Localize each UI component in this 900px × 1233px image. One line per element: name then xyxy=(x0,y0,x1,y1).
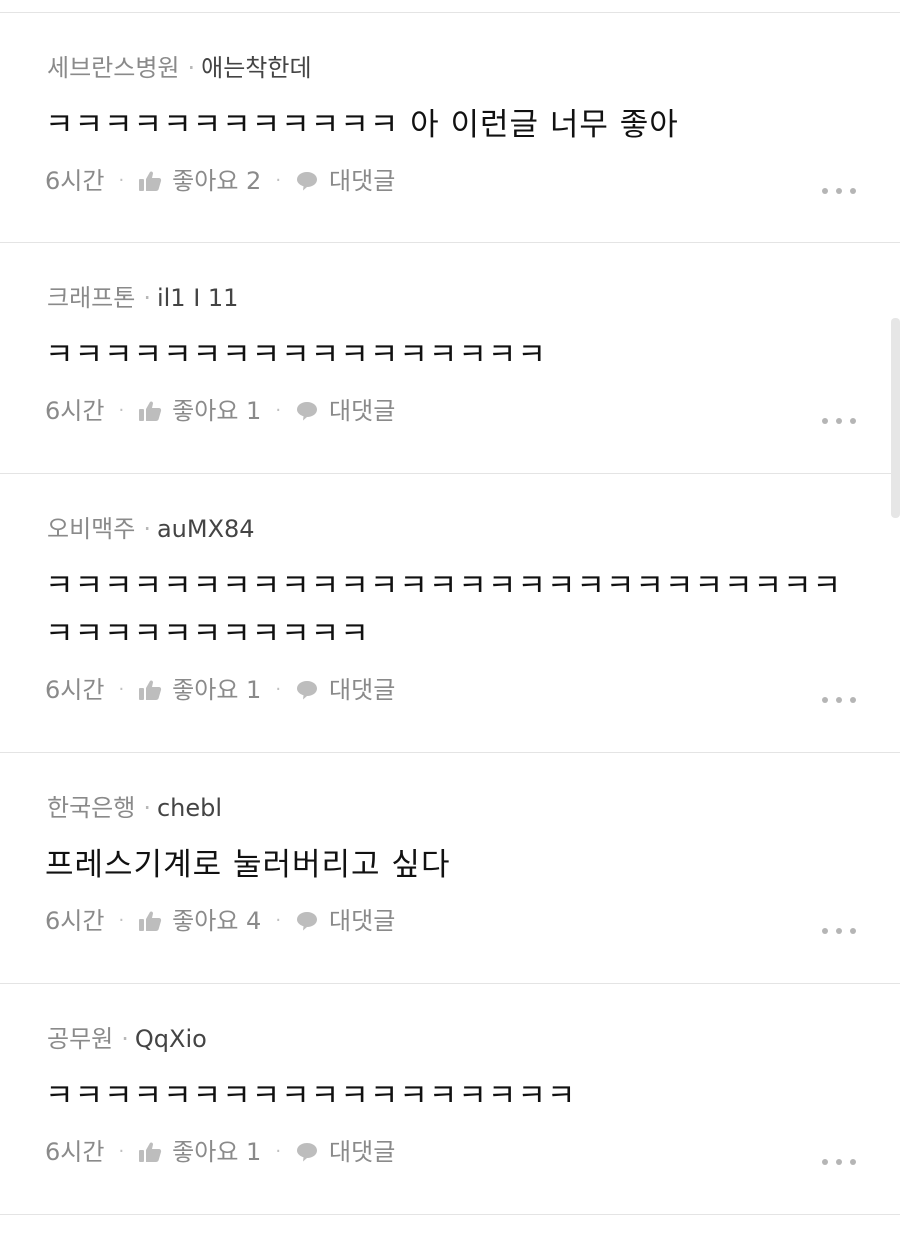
comment-actions: 6시간 · 좋아요 2 · 대댓글 xyxy=(45,166,395,196)
author-company: 크래프톤 xyxy=(47,284,136,312)
comment-time: 6시간 xyxy=(45,397,105,425)
thumbs-up-icon xyxy=(139,680,162,700)
reply-label: 대댓글 xyxy=(329,676,396,704)
separator-dot: · xyxy=(121,1025,129,1053)
comment-actions: 6시간 · 좋아요 1 · 대댓글 xyxy=(45,396,395,426)
speech-bubble-icon xyxy=(297,681,318,700)
speech-bubble-icon xyxy=(297,1143,318,1162)
like-button[interactable]: 좋아요 1 xyxy=(138,675,261,705)
separator-dot: · xyxy=(143,794,151,822)
comment-text: ㅋㅋㅋㅋㅋㅋㅋㅋㅋㅋㅋㅋㅋㅋㅋㅋㅋ xyxy=(45,337,547,373)
more-dots-icon[interactable] xyxy=(822,417,856,425)
author-nickname: il1 I 11 xyxy=(156,284,239,312)
more-dots-icon[interactable] xyxy=(822,696,856,704)
comment-list: 세브란스병원 · 애는착한데 ㅋㅋㅋㅋㅋㅋㅋㅋㅋㅋㅋㅋ 아 이런글 너무 좋아 6시… xyxy=(0,13,900,1215)
like-count: 좋아요 1 xyxy=(172,676,262,704)
separator-dot: · xyxy=(187,54,196,82)
comment-time: 6시간 xyxy=(45,676,105,704)
like-button[interactable]: 좋아요 1 xyxy=(138,1137,261,1167)
thumbs-up-icon xyxy=(139,1142,162,1162)
comment-item: 공무원 · QqXio ㅋㅋㅋㅋㅋㅋㅋㅋㅋㅋㅋㅋㅋㅋㅋㅋㅋㅋ 6시간 · 좋아요 1… xyxy=(0,984,900,1215)
comment-time: 6시간 xyxy=(45,907,105,935)
thumbs-up-icon xyxy=(139,911,162,931)
reply-button[interactable]: 대댓글 xyxy=(295,396,395,426)
more-dots-icon[interactable] xyxy=(822,187,856,195)
author-company: 세브란스병원 xyxy=(47,54,180,82)
author-company: 공무원 xyxy=(47,1025,114,1053)
comment-text: ㅋㅋㅋㅋㅋㅋㅋㅋㅋㅋㅋㅋㅋㅋㅋㅋㅋㅋㅋㅋㅋㅋㅋㅋㅋㅋㅋ ㅋㅋㅋㅋㅋㅋㅋㅋㅋㅋㅋ xyxy=(45,568,843,652)
separator-dot: · xyxy=(275,170,282,191)
reply-button[interactable]: 대댓글 xyxy=(295,675,395,705)
comment-time: 6시간 xyxy=(45,167,105,195)
thumbs-up-icon xyxy=(139,171,162,191)
reply-label: 대댓글 xyxy=(329,167,396,195)
separator-dot: · xyxy=(118,400,125,421)
like-count: 좋아요 1 xyxy=(172,1138,262,1166)
like-button[interactable]: 좋아요 4 xyxy=(138,906,261,936)
comment-item: 한국은행 · chebl 프레스기계로 눌러버리고 싶다 6시간 · 좋아요 4 ·… xyxy=(0,753,900,984)
comment-time: 6시간 xyxy=(45,1138,105,1166)
comment-author[interactable]: 오비맥주 · auMX84 xyxy=(47,514,255,544)
separator-dot: · xyxy=(275,1141,282,1162)
reply-button[interactable]: 대댓글 xyxy=(295,1137,395,1167)
author-company: 한국은행 xyxy=(47,794,136,822)
author-company: 오비맥주 xyxy=(47,515,136,543)
like-button[interactable]: 좋아요 1 xyxy=(138,396,261,426)
separator-dot: · xyxy=(118,1141,125,1162)
speech-bubble-icon xyxy=(297,402,318,421)
separator-dot: · xyxy=(143,284,151,312)
comment-actions: 6시간 · 좋아요 1 · 대댓글 xyxy=(45,675,395,705)
separator-dot: · xyxy=(118,170,125,191)
separator-dot: · xyxy=(275,679,282,700)
speech-bubble-icon xyxy=(297,912,318,931)
comment-actions: 6시간 · 좋아요 1 · 대댓글 xyxy=(45,1137,395,1167)
author-nickname: 애는착한데 xyxy=(201,54,312,82)
scrollbar-thumb[interactable] xyxy=(891,318,900,518)
reply-button[interactable]: 대댓글 xyxy=(295,166,395,196)
comment-text: 프레스기계로 눌러버리고 싶다 xyxy=(45,847,451,883)
comment-author[interactable]: 한국은행 · chebl xyxy=(47,793,222,823)
author-nickname: auMX84 xyxy=(156,515,255,543)
like-count: 좋아요 2 xyxy=(172,167,262,195)
comment-actions: 6시간 · 좋아요 4 · 대댓글 xyxy=(45,906,395,936)
like-count: 좋아요 1 xyxy=(172,397,262,425)
reply-label: 대댓글 xyxy=(329,1138,396,1166)
separator-dot: · xyxy=(118,679,125,700)
reply-button[interactable]: 대댓글 xyxy=(295,906,395,936)
comment-item: 세브란스병원 · 애는착한데 ㅋㅋㅋㅋㅋㅋㅋㅋㅋㅋㅋㅋ 아 이런글 너무 좋아 6시… xyxy=(0,13,900,243)
comment-text: ㅋㅋㅋㅋㅋㅋㅋㅋㅋㅋㅋㅋㅋㅋㅋㅋㅋㅋ xyxy=(45,1078,577,1114)
like-button[interactable]: 좋아요 2 xyxy=(138,166,261,196)
comment-author[interactable]: 크래프톤 · il1 I 11 xyxy=(47,283,238,313)
speech-bubble-icon xyxy=(297,172,318,191)
comment-author[interactable]: 공무원 · QqXio xyxy=(47,1024,207,1054)
reply-label: 대댓글 xyxy=(329,397,396,425)
separator-dot: · xyxy=(275,400,282,421)
comment-item: 오비맥주 · auMX84 ㅋㅋㅋㅋㅋㅋㅋㅋㅋㅋㅋㅋㅋㅋㅋㅋㅋㅋㅋㅋㅋㅋㅋㅋㅋㅋㅋ … xyxy=(0,474,900,753)
author-nickname: chebl xyxy=(156,794,223,822)
separator-dot: · xyxy=(118,910,125,931)
comment-text: ㅋㅋㅋㅋㅋㅋㅋㅋㅋㅋㅋㅋ 아 이런글 너무 좋아 xyxy=(45,107,679,143)
more-dots-icon[interactable] xyxy=(822,1158,856,1166)
reply-label: 대댓글 xyxy=(329,907,396,935)
more-dots-icon[interactable] xyxy=(822,927,856,935)
separator-dot: · xyxy=(143,515,151,543)
comment-item: 크래프톤 · il1 I 11 ㅋㅋㅋㅋㅋㅋㅋㅋㅋㅋㅋㅋㅋㅋㅋㅋㅋ 6시간 · 좋아… xyxy=(0,243,900,474)
author-nickname: QqXio xyxy=(134,1025,207,1053)
separator-dot: · xyxy=(275,910,282,931)
thumbs-up-icon xyxy=(139,401,162,421)
comment-author[interactable]: 세브란스병원 · 애는착한데 xyxy=(47,53,312,83)
like-count: 좋아요 4 xyxy=(172,907,262,935)
